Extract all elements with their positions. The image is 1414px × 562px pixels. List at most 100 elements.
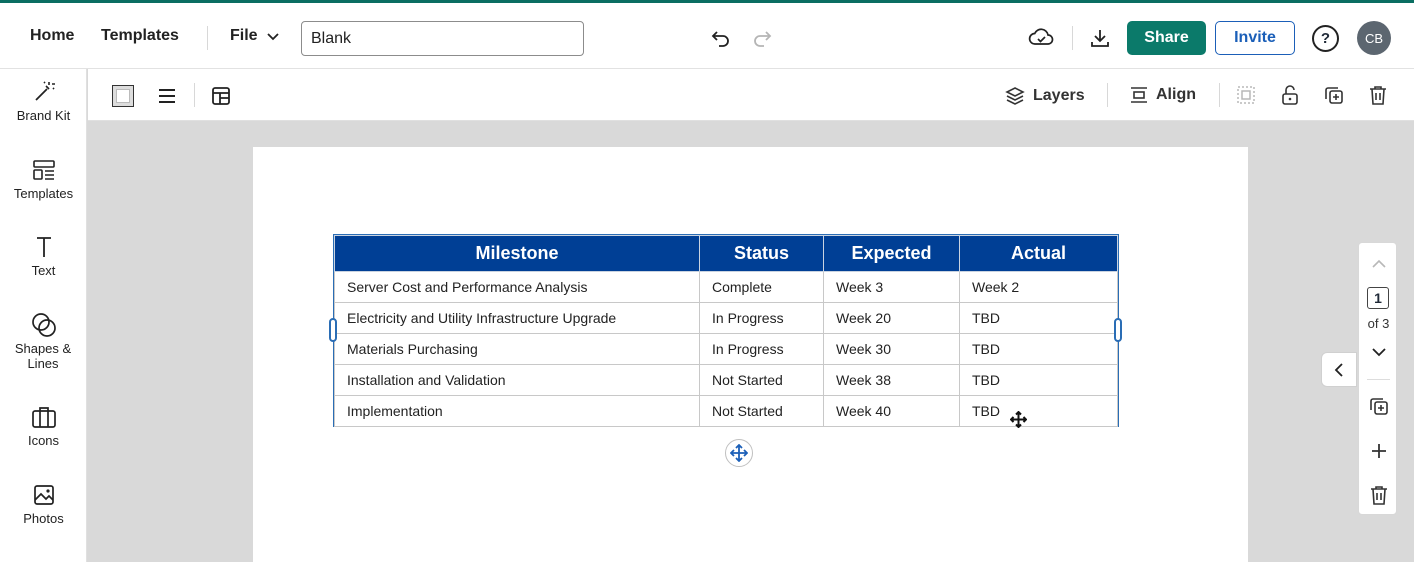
trash-icon[interactable] (1367, 84, 1389, 106)
table-cell[interactable]: Week 38 (823, 364, 960, 396)
align-button[interactable]: Align (1130, 86, 1196, 104)
context-toolbar: Layers Align (88, 69, 1414, 121)
redo-icon[interactable] (750, 27, 774, 49)
table-cell[interactable]: Materials Purchasing (334, 333, 700, 365)
table-cell[interactable]: Week 2 (959, 271, 1118, 303)
divider (1107, 83, 1108, 107)
lock-icon[interactable] (1279, 84, 1301, 106)
sidebar-item-shapes-lines[interactable]: Shapes & Lines (0, 312, 87, 371)
current-page-number[interactable]: 1 (1367, 287, 1389, 309)
table-cell[interactable]: TBD (959, 395, 1118, 427)
table-cell[interactable]: Installation and Validation (334, 364, 700, 396)
duplicate-page-icon[interactable] (1359, 395, 1398, 417)
page-count-label: of 3 (1367, 316, 1390, 331)
duplicate-icon[interactable] (1323, 84, 1345, 106)
table-cell[interactable]: Week 30 (823, 333, 960, 365)
table-header-cell[interactable]: Milestone (334, 235, 700, 272)
table-header-cell[interactable]: Expected (823, 235, 960, 272)
sidebar-item-templates[interactable]: Templates (0, 157, 87, 201)
align-icon (1131, 87, 1147, 103)
sidebar-item-label: Icons (27, 433, 60, 448)
divider (1072, 26, 1073, 50)
table-settings-icon[interactable] (210, 85, 232, 107)
sidebar-item-label: Photos (23, 511, 64, 526)
briefcase-icon (0, 404, 87, 430)
table-cell[interactable]: TBD (959, 333, 1118, 365)
share-button[interactable]: Share (1127, 21, 1206, 55)
canvas-page[interactable]: Milestone Status Expected Actual Server … (253, 147, 1248, 562)
sidebar-item-photos[interactable]: Photos (0, 482, 87, 526)
sidebar-item-text[interactable]: Text (0, 234, 87, 278)
border-style-icon[interactable] (156, 85, 178, 107)
move-handle[interactable] (725, 439, 753, 467)
chevron-down-icon[interactable] (1359, 343, 1398, 361)
chevron-down-icon (266, 33, 279, 41)
resize-handle-right[interactable] (1114, 318, 1122, 342)
table-cell[interactable]: Week 3 (823, 271, 960, 303)
avatar[interactable]: CB (1357, 21, 1391, 55)
document-title-input[interactable] (301, 21, 584, 56)
delete-page-icon[interactable] (1359, 484, 1398, 506)
table-row: Materials Purchasing In Progress Week 30… (334, 333, 1118, 365)
table-cell[interactable]: Week 40 (823, 395, 960, 427)
table-header-row: Milestone Status Expected Actual (334, 235, 1118, 272)
collapse-rail-button[interactable] (1321, 352, 1357, 387)
table-cell[interactable]: In Progress (699, 333, 824, 365)
table-cell[interactable]: Week 20 (823, 302, 960, 334)
table-header-cell[interactable]: Actual (959, 235, 1118, 272)
cloud-sync-icon[interactable] (1027, 25, 1055, 51)
top-bar: Home Templates File Share Invite ? CB (0, 0, 1414, 69)
sidebar-item-label: Templates (13, 186, 74, 201)
table-cell[interactable]: Not Started (699, 364, 824, 396)
shapes-icon (0, 312, 87, 338)
nav-home[interactable]: Home (30, 27, 74, 45)
table-cell[interactable]: In Progress (699, 302, 824, 334)
chevron-up-icon[interactable] (1359, 255, 1398, 273)
layers-icon (1005, 87, 1025, 105)
left-sidebar: Brand Kit Templates Text Shapes & Lines … (0, 69, 87, 562)
table-row: Installation and Validation Not Started … (334, 364, 1118, 396)
file-menu-label: File (230, 27, 258, 44)
table-header-cell[interactable]: Status (699, 235, 824, 272)
divider (1367, 379, 1390, 380)
sidebar-item-label: Text (31, 263, 56, 278)
layers-button[interactable]: Layers (1005, 86, 1085, 106)
chevron-left-icon (1334, 362, 1343, 377)
layers-label: Layers (1033, 87, 1085, 104)
file-menu[interactable]: File (230, 27, 280, 45)
resize-handle-left[interactable] (329, 318, 337, 342)
sidebar-item-label: Brand Kit (16, 108, 71, 123)
crop-image-icon[interactable] (1235, 84, 1257, 106)
undo-icon[interactable] (709, 27, 733, 49)
nav-templates[interactable]: Templates (101, 27, 179, 45)
table-cell[interactable]: Not Started (699, 395, 824, 427)
sidebar-item-label: Shapes & Lines (14, 341, 72, 371)
download-icon[interactable] (1087, 25, 1113, 51)
sidebar-item-icons[interactable]: Icons (0, 404, 87, 448)
divider (194, 83, 195, 107)
align-label: Align (1156, 86, 1196, 103)
sidebar-item-brand-kit[interactable]: Brand Kit (0, 79, 87, 123)
table-cell[interactable]: Electricity and Utility Infrastructure U… (334, 302, 700, 334)
move-icon (730, 444, 748, 462)
milestone-table[interactable]: Milestone Status Expected Actual Server … (333, 234, 1119, 427)
add-page-icon[interactable] (1359, 440, 1398, 462)
table-row: Server Cost and Performance Analysis Com… (334, 271, 1118, 303)
fill-color-swatch[interactable] (112, 85, 134, 107)
table-cell[interactable]: Server Cost and Performance Analysis (334, 271, 700, 303)
table-cell[interactable]: Implementation (334, 395, 700, 427)
divider (207, 26, 208, 50)
text-icon (0, 234, 87, 260)
table-cell[interactable]: Complete (699, 271, 824, 303)
magic-wand-icon (0, 79, 87, 105)
table-row: Implementation Not Started Week 40 TBD (334, 395, 1118, 427)
templates-icon (0, 157, 87, 183)
invite-button[interactable]: Invite (1215, 21, 1295, 55)
help-icon[interactable]: ? (1312, 25, 1339, 52)
move-cursor-icon (1010, 411, 1027, 428)
image-icon (0, 482, 87, 508)
table-cell[interactable]: TBD (959, 364, 1118, 396)
table-row: Electricity and Utility Infrastructure U… (334, 302, 1118, 334)
table-cell[interactable]: TBD (959, 302, 1118, 334)
divider (1219, 83, 1220, 107)
